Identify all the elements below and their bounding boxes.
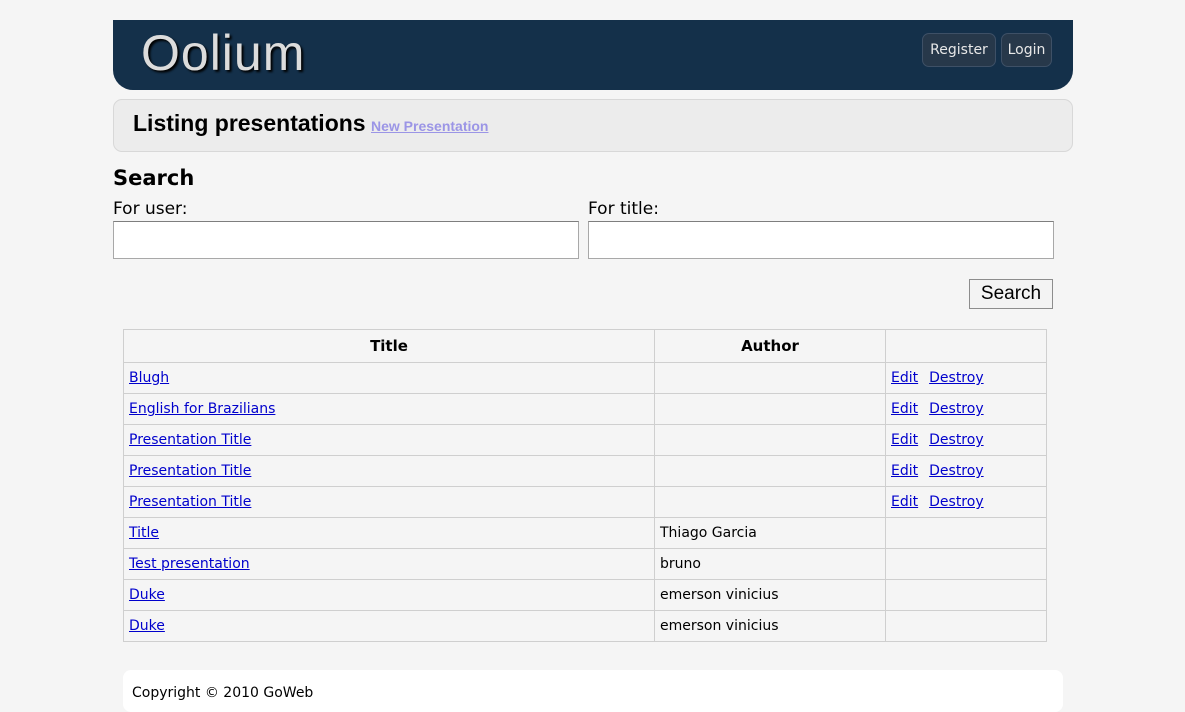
table-header-row: Title Author <box>123 329 1047 363</box>
table-row: Test presentation bruno <box>123 548 1047 580</box>
author-column-header: Author <box>654 329 886 363</box>
author-cell <box>654 362 886 394</box>
author-cell: emerson vinicius <box>654 610 886 642</box>
actions-cell <box>885 517 1047 549</box>
title-cell: Duke <box>123 579 655 611</box>
title-cell: Duke <box>123 610 655 642</box>
author-cell <box>654 455 886 487</box>
presentation-title-link[interactable]: Test presentation <box>129 556 250 572</box>
title-cell: Test presentation <box>123 548 655 580</box>
presentation-title-link[interactable]: Blugh <box>129 370 169 386</box>
presentation-title-link[interactable]: Duke <box>129 587 165 603</box>
presentation-title-link[interactable]: Title <box>129 525 159 541</box>
author-cell: Thiago Garcia <box>654 517 886 549</box>
title-cell: Presentation Title <box>123 455 655 487</box>
table-row: Presentation Title Edit Destroy <box>123 455 1047 487</box>
presentation-title-link[interactable]: Presentation Title <box>129 494 251 510</box>
destroy-link[interactable]: Destroy <box>929 370 983 386</box>
edit-link[interactable]: Edit <box>891 370 918 386</box>
table-row: Presentation Title Edit Destroy <box>123 486 1047 518</box>
presentation-title-link[interactable]: Duke <box>129 618 165 634</box>
register-button[interactable]: Register <box>922 33 996 67</box>
title-search-input[interactable] <box>588 221 1054 259</box>
table-row: Presentation Title Edit Destroy <box>123 424 1047 456</box>
edit-link[interactable]: Edit <box>891 401 918 417</box>
destroy-link[interactable]: Destroy <box>929 432 983 448</box>
author-cell: bruno <box>654 548 886 580</box>
table-row: Duke emerson vinicius <box>123 579 1047 611</box>
author-cell <box>654 393 886 425</box>
title-cell: Presentation Title <box>123 486 655 518</box>
user-search-input[interactable] <box>113 221 579 259</box>
site-logo[interactable]: Oolium <box>141 24 305 82</box>
actions-cell: Edit Destroy <box>885 486 1047 518</box>
actions-column-header <box>885 329 1047 363</box>
table-row: English for Brazilians Edit Destroy <box>123 393 1047 425</box>
actions-cell: Edit Destroy <box>885 362 1047 394</box>
edit-link[interactable]: Edit <box>891 463 918 479</box>
presentation-title-link[interactable]: Presentation Title <box>129 463 251 479</box>
search-heading: Search <box>113 166 195 190</box>
edit-link[interactable]: Edit <box>891 432 918 448</box>
table-row: Blugh Edit Destroy <box>123 362 1047 394</box>
actions-cell: Edit Destroy <box>885 393 1047 425</box>
destroy-link[interactable]: Destroy <box>929 401 983 417</box>
title-cell: Title <box>123 517 655 549</box>
table-row: Duke emerson vinicius <box>123 610 1047 642</box>
author-cell: emerson vinicius <box>654 579 886 611</box>
search-button[interactable]: Search <box>969 279 1053 309</box>
presentation-title-link[interactable]: English for Brazilians <box>129 401 275 417</box>
title-cell: Presentation Title <box>123 424 655 456</box>
title-field-label: For title: <box>588 199 659 219</box>
page-title: Listing presentations <box>133 110 366 136</box>
presentation-title-link[interactable]: Presentation Title <box>129 432 251 448</box>
destroy-link[interactable]: Destroy <box>929 463 983 479</box>
copyright-text: Copyright © 2010 GoWeb <box>132 685 314 701</box>
login-button[interactable]: Login <box>1001 33 1052 67</box>
title-cell: Blugh <box>123 362 655 394</box>
table-row: Title Thiago Garcia <box>123 517 1047 549</box>
title-column-header: Title <box>123 329 655 363</box>
presentations-table: Title Author Blugh Edit Destroy English for… <box>123 329 1047 642</box>
site-header: Oolium Register Login <box>113 20 1073 90</box>
page-title-bar: Listing presentations New Presentation <box>113 99 1073 152</box>
destroy-link[interactable]: Destroy <box>929 494 983 510</box>
user-field-label: For user: <box>113 199 188 219</box>
author-cell <box>654 486 886 518</box>
title-cell: English for Brazilians <box>123 393 655 425</box>
author-cell <box>654 424 886 456</box>
actions-cell <box>885 548 1047 580</box>
edit-link[interactable]: Edit <box>891 494 918 510</box>
new-presentation-link[interactable]: New Presentation <box>371 118 488 134</box>
actions-cell: Edit Destroy <box>885 424 1047 456</box>
actions-cell: Edit Destroy <box>885 455 1047 487</box>
footer: Copyright © 2010 GoWeb <box>123 670 1063 712</box>
actions-cell <box>885 579 1047 611</box>
actions-cell <box>885 610 1047 642</box>
